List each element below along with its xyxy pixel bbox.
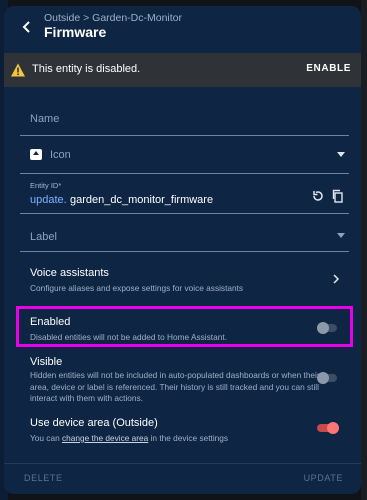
label-field-label: Label <box>30 231 57 243</box>
entity-id-prefix: update. <box>30 194 67 206</box>
delete-button[interactable]: DELETE <box>24 473 63 483</box>
name-field-label: Name <box>30 113 60 125</box>
icon-picker[interactable]: Icon <box>20 137 349 174</box>
device-area-toggle[interactable] <box>317 422 339 436</box>
name-field[interactable]: Name <box>20 97 349 136</box>
upload-icon <box>30 149 42 160</box>
change-device-area-link[interactable]: change the device area <box>62 433 148 443</box>
visible-row[interactable]: Visible Hidden entities will not be incl… <box>20 356 349 411</box>
entity-id-label: Entity ID* <box>30 181 62 190</box>
voice-assistants-row[interactable]: Voice assistants Configure aliases and e… <box>20 264 349 298</box>
device-area-row[interactable]: Use device area (Outside) You can change… <box>20 415 349 445</box>
chevron-left-icon <box>22 21 30 33</box>
restore-icon[interactable] <box>311 189 325 203</box>
warning-message: This entity is disabled. <box>32 63 141 75</box>
toggle-thumb <box>327 422 339 434</box>
visible-title: Visible <box>30 356 63 368</box>
page-title: Firmware <box>44 24 107 40</box>
entity-settings-dialog: Outside > Garden-Dc-Monitor Firmware Thi… <box>4 6 361 494</box>
visible-toggle[interactable] <box>317 372 337 386</box>
dropdown-arrow-icon[interactable] <box>337 152 345 157</box>
device-area-subtitle-prefix: You can <box>30 433 62 443</box>
toggle-track <box>317 422 339 434</box>
update-button[interactable]: UPDATE <box>304 473 343 483</box>
entity-id-value[interactable]: garden_dc_monitor_firmware <box>70 194 213 206</box>
device-area-subtitle-suffix: in the device settings <box>148 433 229 443</box>
breadcrumb: Outside > Garden-Dc-Monitor <box>44 12 183 24</box>
toggle-thumb <box>317 372 329 384</box>
device-area-subtitle: You can change the device area in the de… <box>30 433 228 445</box>
chevron-right-icon <box>333 274 340 284</box>
warning-icon <box>11 63 25 77</box>
voice-assistants-subtitle: Configure aliases and expose settings fo… <box>30 283 244 293</box>
voice-assistants-title: Voice assistants <box>30 267 109 279</box>
disabled-warning-banner: This entity is disabled. ENABLE <box>4 53 361 87</box>
footer-divider <box>4 463 361 464</box>
entity-id-field[interactable]: Entity ID* update. garden_dc_monitor_fir… <box>20 175 349 214</box>
dialog-header: Outside > Garden-Dc-Monitor Firmware <box>4 6 361 50</box>
copy-icon[interactable] <box>331 189 345 203</box>
label-field[interactable]: Label <box>20 215 349 252</box>
device-area-title: Use device area (Outside) <box>30 417 158 429</box>
back-button[interactable] <box>16 16 38 38</box>
background-panel-right <box>361 0 367 500</box>
highlight-annotation <box>16 306 353 347</box>
enable-button[interactable]: ENABLE <box>306 63 351 74</box>
toggle-track <box>317 372 337 384</box>
visible-subtitle: Hidden entities will not be included in … <box>30 370 320 403</box>
dropdown-arrow-icon[interactable] <box>337 233 345 238</box>
icon-picker-label: Icon <box>50 149 71 161</box>
